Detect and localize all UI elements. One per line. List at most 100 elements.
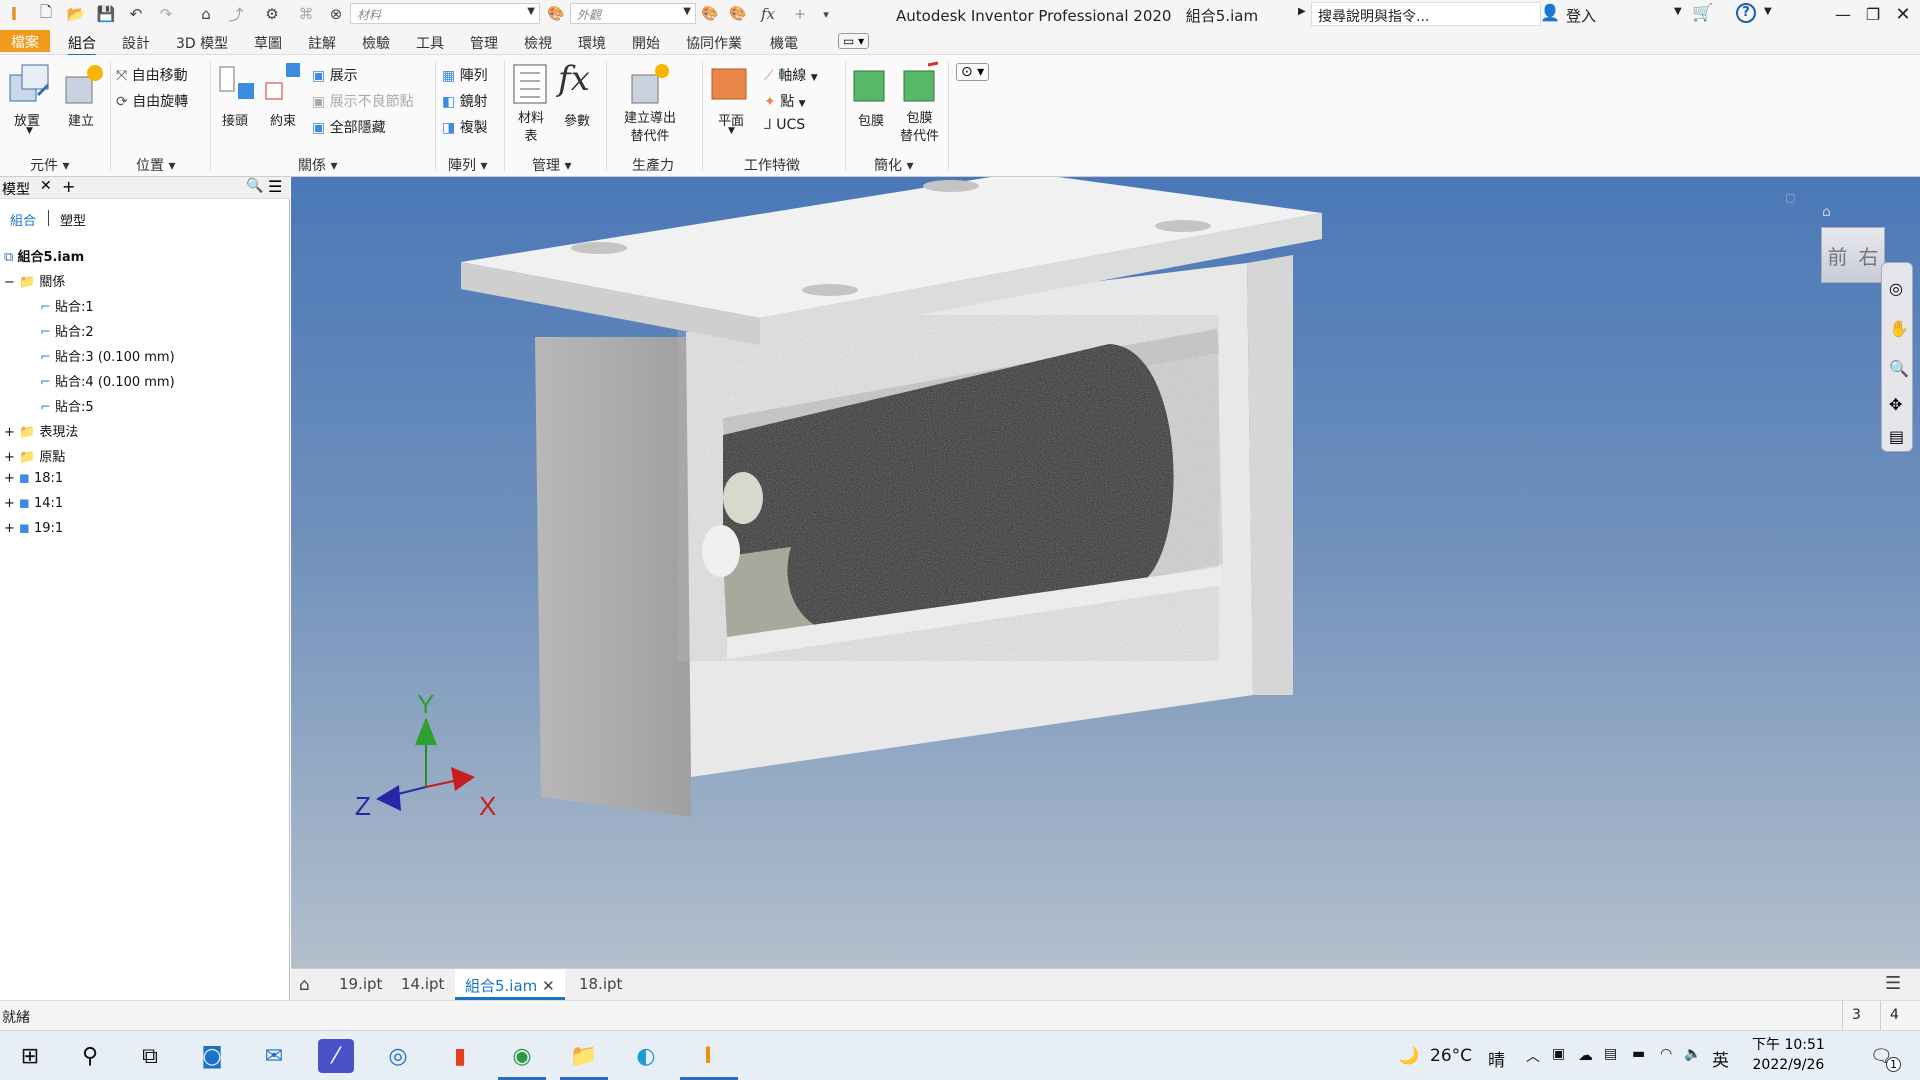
graphics-viewport[interactable]: Y Z X ⌂ ▢ 前右 ◎ ✋ 🔍 ✥ ▤ (291, 177, 1920, 968)
shrinkwrap-substitute-button[interactable]: 包膜 替代件 (900, 110, 939, 146)
collapse-icon[interactable]: − (4, 275, 15, 290)
bom-button[interactable]: 材料表 (518, 110, 544, 146)
start-icon[interactable]: ⊞ (12, 1039, 48, 1073)
view-assembly-tab[interactable]: 組合 (10, 210, 36, 229)
save-icon[interactable]: 💾 (96, 4, 116, 24)
onedrive-icon[interactable]: ☁ (1578, 1046, 1593, 1064)
app-icon-4[interactable]: ◎ (380, 1039, 416, 1073)
redo-icon[interactable]: ↷ (156, 4, 176, 24)
tab-collaborate[interactable]: 協同作業 (686, 32, 742, 54)
customize-chevron-icon[interactable]: ▾ (816, 4, 836, 24)
battery-icon[interactable]: ▬ (1632, 1046, 1645, 1062)
adjust-appearance-icon[interactable]: 🎨 (700, 4, 720, 24)
search-expand-icon[interactable]: ▶ (1298, 6, 1306, 17)
app-icon-3[interactable]: ⁄ (318, 1039, 354, 1073)
tab-annotate[interactable]: 註解 (308, 32, 336, 54)
add-panel-dropdown-icon[interactable]: ⊙ ▾ (956, 63, 990, 81)
login-dropdown-icon[interactable]: ▼ (1674, 6, 1682, 17)
tab-sketch[interactable]: 草圖 (254, 32, 282, 54)
tab-inspect[interactable]: 檢驗 (362, 32, 390, 54)
ucs-button[interactable]: ⅃ UCS (764, 117, 805, 133)
tree-origin[interactable]: + 📁 原點 (4, 446, 65, 465)
ribbon-display-toggle-icon[interactable]: ▭ ▾ (838, 33, 870, 49)
temperature[interactable]: 26°C (1430, 1046, 1472, 1066)
place-dropdown-icon[interactable]: ▼ (26, 126, 33, 136)
tree-constraint[interactable]: ⌐ 貼合:3 (0.100 mm) (40, 346, 175, 365)
home-tab-icon[interactable]: ⌂ (299, 975, 310, 995)
doc-tab[interactable]: 18.ipt (579, 975, 622, 993)
help-icon[interactable]: ? (1736, 3, 1756, 23)
mail-icon[interactable]: ✉ (256, 1039, 292, 1073)
doc-tab[interactable]: 14.ipt (401, 975, 444, 993)
orbit-icon[interactable]: ✥ (1889, 395, 1902, 414)
inventor-logo-icon[interactable]: I (4, 4, 24, 25)
constrain-button[interactable]: 約束 (270, 110, 296, 129)
clock[interactable]: 下午 10:51 2022/9/26 (1752, 1035, 1825, 1075)
expand-icon[interactable]: + (4, 471, 15, 486)
file-explorer-icon[interactable]: 📁 (566, 1039, 602, 1073)
hide-all-button[interactable]: ▣ 全部隱藏 (312, 117, 386, 137)
tree-constraint[interactable]: ⌐ 貼合:1 (40, 296, 94, 315)
browser-close-icon[interactable]: ✕ (40, 178, 52, 194)
tray-chevron-icon[interactable]: ︿ (1526, 1046, 1540, 1066)
joint-button[interactable]: 接頭 (222, 110, 248, 129)
browser-title[interactable]: 模型 (2, 179, 30, 199)
appearance-select[interactable]: 外觀 ▼ (570, 3, 696, 24)
volume-icon[interactable]: 🔈 (1684, 1046, 1701, 1062)
look-at-icon[interactable]: ▤ (1889, 427, 1904, 446)
tab-tools[interactable]: 工具 (416, 32, 444, 54)
minimize-button[interactable]: — (1826, 2, 1860, 26)
view-modeling-tab[interactable]: 塑型 (60, 210, 86, 229)
open-file-icon[interactable]: 📂 (66, 4, 86, 24)
material-select[interactable]: 材料 ▼ (350, 3, 540, 24)
restore-button[interactable]: ❐ (1856, 2, 1890, 26)
login-link[interactable]: 登入 (1566, 5, 1596, 26)
steering-wheel-icon[interactable]: ◎ (1889, 279, 1903, 298)
clear-appearance-icon[interactable]: 🎨 (728, 4, 748, 24)
user-icon[interactable]: 👤 (1540, 3, 1560, 22)
tree-constraint[interactable]: ⌐ 貼合:4 (0.100 mm) (40, 371, 175, 390)
tab-environments[interactable]: 環境 (578, 32, 606, 54)
expand-icon[interactable]: + (4, 496, 15, 511)
wifi-icon[interactable]: ◠ (1660, 1046, 1672, 1062)
create-button[interactable]: 建立 (68, 110, 94, 129)
browser-add-icon[interactable]: + (62, 177, 75, 196)
tree-component[interactable]: + ◼ 19:1 (4, 521, 63, 536)
free-rotate-button[interactable]: ⟳ 自由旋轉 (116, 91, 188, 111)
inventor-taskbar-icon[interactable]: I (690, 1039, 726, 1073)
create-substitute-button[interactable]: 建立導出 替代件 (624, 110, 676, 146)
mirror-button[interactable]: ◧ 鏡射 (442, 91, 488, 111)
group-productivity-title[interactable]: 生產力 (632, 155, 674, 175)
show-sick-button[interactable]: ▣ 展示不良節點 (312, 91, 414, 111)
tab-electromechanical[interactable]: 機電 (770, 32, 798, 54)
tab-3d-model[interactable]: 3D 模型 (176, 32, 228, 54)
edge-icon[interactable]: ◐ (628, 1039, 664, 1073)
browser-menu-icon[interactable]: ☰ (268, 177, 282, 196)
doc-tab-active[interactable]: 組合5.iam ✕ (455, 969, 565, 1000)
viewcube[interactable]: 前右 (1821, 227, 1885, 283)
viewport-maximize-icon[interactable]: ▢ (1785, 191, 1805, 204)
weather-icon[interactable]: 🌙 (1398, 1046, 1419, 1066)
group-relationships-title[interactable]: 關係 ▾ (298, 155, 337, 175)
group-position-title[interactable]: 位置 ▾ (136, 155, 175, 175)
group-manage-title[interactable]: 管理 ▾ (532, 155, 571, 175)
fx-icon[interactable]: fx (758, 4, 778, 24)
pan-icon[interactable]: ✋ (1889, 319, 1909, 338)
tab-get-started[interactable]: 開始 (632, 32, 660, 54)
search-icon[interactable]: ⚲ (72, 1039, 108, 1073)
add-icon[interactable]: + (790, 4, 810, 24)
cart-icon[interactable]: 🛒 (1692, 3, 1713, 23)
tree-root[interactable]: ⧉ 組合5.iam (4, 246, 84, 265)
expand-icon[interactable]: + (4, 425, 15, 440)
tab-file[interactable]: 檔案 (0, 30, 50, 52)
axis-button[interactable]: ⟋ 軸線 ▼ (764, 65, 818, 85)
tab-close-icon[interactable]: ✕ (542, 977, 555, 995)
tree-constraint[interactable]: ⌐ 貼合:2 (40, 321, 94, 340)
show-button[interactable]: ▣ 展示 (312, 65, 358, 85)
group-component-title[interactable]: 元件 ▾ (30, 155, 69, 175)
pattern-button[interactable]: ▦ 陣列 (442, 65, 488, 85)
tray-monitor-icon[interactable]: ▤ (1604, 1046, 1617, 1062)
point-button[interactable]: ✦ 點 ▼ (764, 91, 806, 111)
tree-constraint[interactable]: ⌐ 貼合:5 (40, 396, 94, 415)
viewcube-home-icon[interactable]: ⌂ (1822, 204, 1831, 220)
